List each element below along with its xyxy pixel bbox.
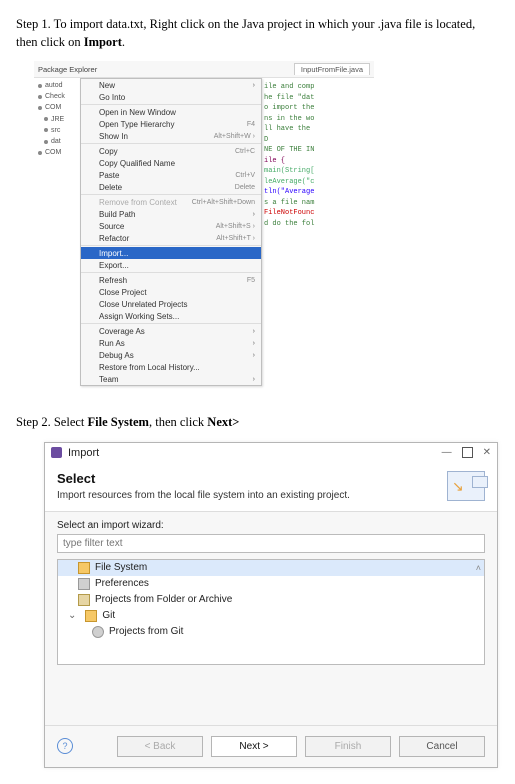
- eclipse-tabbar: Package Explorer InputFromFile.java: [34, 61, 374, 78]
- menu-team[interactable]: Team›: [81, 373, 261, 385]
- menu-close-project[interactable]: Close Project: [81, 286, 261, 298]
- menu-import[interactable]: Import...: [81, 247, 261, 259]
- archive-icon: [78, 594, 90, 606]
- folder-icon: [78, 562, 90, 574]
- menu-debug-as[interactable]: Debug As›: [81, 349, 261, 361]
- menu-close-unrelated[interactable]: Close Unrelated Projects: [81, 298, 261, 310]
- wizard-projects-archive[interactable]: Projects from Folder or Archive: [58, 592, 484, 608]
- dialog-heading: Select: [57, 471, 435, 486]
- menu-assign-ws[interactable]: Assign Working Sets...: [81, 310, 261, 322]
- import-banner-icon: ↘: [447, 471, 485, 501]
- context-menu: New› Go Into Open in New Window Open Typ…: [80, 78, 262, 386]
- eclipse-icon: [51, 447, 62, 458]
- menu-refactor[interactable]: RefactorAlt+Shift+T ›: [81, 232, 261, 244]
- menu-coverage-as[interactable]: Coverage As›: [81, 325, 261, 337]
- menu-restore-local[interactable]: Restore from Local History...: [81, 361, 261, 373]
- menu-copy-qualified[interactable]: Copy Qualified Name: [81, 157, 261, 169]
- help-icon[interactable]: ?: [57, 738, 73, 754]
- filter-input[interactable]: [57, 534, 485, 553]
- dialog-titlebar: Import — ✕: [45, 443, 497, 463]
- step1-post: .: [122, 35, 125, 49]
- menu-new[interactable]: New›: [81, 79, 261, 91]
- menu-paste[interactable]: PasteCtrl+V: [81, 169, 261, 181]
- import-dialog: Import — ✕ Select Import resources from …: [44, 442, 498, 768]
- dialog-header: Select Import resources from the local f…: [45, 463, 497, 511]
- cancel-button[interactable]: Cancel: [399, 736, 485, 757]
- dialog-description: Import resources from the local file sys…: [57, 490, 435, 501]
- menu-refresh[interactable]: RefreshF5: [81, 274, 261, 286]
- step2-instruction: Step 2. Select File System, then click N…: [16, 414, 499, 432]
- wizard-projects-git[interactable]: Projects from Git: [58, 624, 484, 640]
- next-button[interactable]: Next >: [211, 736, 297, 757]
- step1-instruction: Step 1. To import data.txt, Right click …: [16, 16, 499, 51]
- maximize-icon[interactable]: [462, 447, 473, 458]
- package-explorer-tree[interactable]: autod Check COM JRE src dat COM: [34, 78, 80, 158]
- wizard-preferences[interactable]: Preferences: [58, 576, 484, 592]
- menu-copy[interactable]: CopyCtrl+C: [81, 145, 261, 157]
- menu-export[interactable]: Export...: [81, 259, 261, 271]
- close-icon[interactable]: ✕: [483, 447, 491, 458]
- menu-remove-context[interactable]: Remove from ContextCtrl+Alt+Shift+Down: [81, 196, 261, 208]
- menu-open-new-window[interactable]: Open in New Window: [81, 106, 261, 118]
- finish-button[interactable]: Finish: [305, 736, 391, 757]
- dialog-footer: ? < Back Next > Finish Cancel: [45, 725, 497, 767]
- editor-code-fragment: ile and comp he file "dat o import the n…: [262, 78, 358, 233]
- package-explorer-tab[interactable]: Package Explorer: [38, 65, 97, 74]
- step2-bold1: File System: [88, 415, 149, 429]
- folder-icon: [85, 610, 97, 622]
- editor-tab[interactable]: InputFromFile.java: [294, 63, 370, 75]
- menu-run-as[interactable]: Run As›: [81, 337, 261, 349]
- menu-source[interactable]: SourceAlt+Shift+S ›: [81, 220, 261, 232]
- step1-bold: Import: [84, 35, 122, 49]
- minimize-icon[interactable]: —: [442, 447, 452, 458]
- chevron-down-icon: ⌄: [68, 610, 76, 621]
- step2-pre: Step 2. Select: [16, 415, 88, 429]
- wizard-file-system[interactable]: File System: [58, 560, 484, 576]
- dialog-title: Import: [68, 447, 442, 459]
- step2-bold2: Next>: [207, 415, 239, 429]
- git-icon: [92, 626, 104, 638]
- wizard-list[interactable]: ˄ File System Preferences Projects from …: [57, 559, 485, 665]
- menu-open-type-hierarchy[interactable]: Open Type HierarchyF4: [81, 118, 261, 130]
- menu-build-path[interactable]: Build Path›: [81, 208, 261, 220]
- menu-delete[interactable]: DeleteDelete: [81, 181, 261, 193]
- back-button[interactable]: < Back: [117, 736, 203, 757]
- wizard-label: Select an import wizard:: [57, 520, 485, 531]
- step2-mid: , then click: [149, 415, 207, 429]
- preferences-icon: [78, 578, 90, 590]
- menu-show-in[interactable]: Show InAlt+Shift+W ›: [81, 130, 261, 142]
- scroll-up-icon[interactable]: ˄: [476, 563, 481, 573]
- eclipse-screenshot: Package Explorer InputFromFile.java auto…: [34, 61, 374, 386]
- menu-go-into[interactable]: Go Into: [81, 91, 261, 103]
- wizard-git-group[interactable]: ⌄Git: [58, 608, 484, 624]
